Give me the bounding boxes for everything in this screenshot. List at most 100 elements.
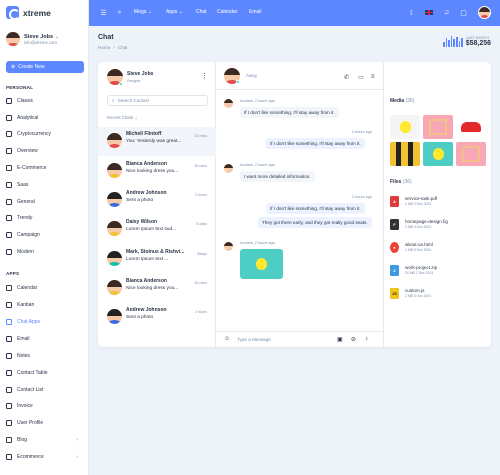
chevron-right-icon: › [76,437,78,443]
chat-card: Steve Jobs Designer ⋮ ⌕ Search Contact R… [98,62,491,347]
files-title: Files (36) [390,179,412,185]
contact-item[interactable]: Andrew Johnson Sent a photo 2 hours [98,186,216,215]
sidebar-item-general[interactable]: General [6,197,84,207]
file-item[interactable]: A service-task.pdf 2 MB 2 Dec 2024 [390,192,485,210]
sidebar-item-user-profile[interactable]: User Profile [6,418,84,428]
trendy-icon [6,215,12,221]
mail-icon [6,336,12,342]
media-thumb[interactable] [390,115,420,139]
media-thumb[interactable] [390,142,420,166]
sidebar-item-kanban[interactable]: Kanban [6,300,84,310]
attach-icon[interactable]: ⊘ [351,336,356,343]
avatar [107,192,122,207]
file-item[interactable]: JS custom.js 2 MB 3 Dec 2024 [390,284,485,302]
mini-bar [455,37,458,47]
sidebar: xtreme Steve Jobs ⌄ info@xtreme.com ⊕ Cr… [0,0,89,475]
emoji-icon[interactable]: ☺ [224,336,230,342]
saas-icon [6,182,12,188]
sidebar-item-invoice[interactable]: Invoice [6,401,84,411]
message-meta: Andrew, 2 hours ago [240,163,275,167]
create-new-button[interactable]: ⊕ Create New [6,61,84,73]
sidebar-item-cryptocurrency[interactable]: Cryptocurrency [6,129,84,139]
pdf-icon: A [390,195,399,207]
search-contact-input[interactable]: ⌕ Search Contact [107,95,208,106]
mini-bar [461,37,463,47]
message-meta: 2 hours ago [352,130,373,134]
sidebar-item-analytical[interactable]: Analytical [6,113,84,123]
contact-item[interactable]: Mark, Stoinus & Rishvi... Lorem Ipsum tex… [98,245,216,274]
moon-icon[interactable]: ☾ [408,8,417,17]
contact-item[interactable]: Andrew Johnson Sent a photo 2 hours [98,303,216,332]
media-thumb[interactable] [423,115,453,139]
sidebar-item-contact-table[interactable]: Contact Table [6,368,84,378]
sidebar-item-saas[interactable]: Saas [6,180,84,190]
sidebar-item-blog[interactable]: Blog › [6,435,84,445]
media-title: Media (36) [390,98,415,104]
mic-icon[interactable]: ♪ [365,336,368,342]
photo-message[interactable] [240,249,283,279]
nav-calendar[interactable]: Calendar [217,9,237,15]
contact-item[interactable]: Michell Flintoff You: Yesterdy was great.… [98,127,216,156]
sidebar-item-classic[interactable]: Classic [6,96,84,106]
sidebar-item-ecommerce-app[interactable]: Ecommerce › [6,452,84,462]
list-icon [6,387,12,393]
breadcrumb: Home › Chat [98,45,128,50]
uk-flag-icon[interactable] [425,10,433,15]
nav-email[interactable]: Email [249,9,262,15]
sidebar-item-trendy[interactable]: Trendy [6,213,84,223]
sidebar-item-contact-list[interactable]: Contact List [6,385,84,395]
menu-icon[interactable]: ☰ [99,8,108,17]
mini-bar [448,40,450,47]
logo[interactable]: xtreme [6,6,51,20]
search-icon[interactable]: ⌕ [115,8,124,17]
sidebar-item-overview[interactable]: Overview [6,146,84,156]
bag-icon [6,454,12,460]
my-profile: Steve Jobs Designer [107,69,153,86]
chat-icon [6,319,12,325]
media-thumb[interactable] [456,115,486,139]
video-icon[interactable]: ▭ [358,74,364,81]
media-panel: Media (36) Files (36) A service-task.pdf… [384,62,491,347]
media-thumb[interactable] [423,142,453,166]
notification-icon[interactable]: ▢ [459,8,468,17]
file-item[interactable]: ● about-us.html 1 MB 5 Dec 2024 [390,238,485,256]
message-input-bar: ☺ Type a Message ▣ ⊘ ♪ [216,331,384,347]
contact-item[interactable]: Bianca Anderson Nice looking dress you...… [98,274,216,303]
file-item[interactable]: F homepage-design.fig 3 MB 3 Dec 2024 [390,215,485,233]
nav-section-personal: PERSONAL [6,85,34,90]
sidebar-item-notes[interactable]: Notes [6,351,84,361]
recent-chats-dropdown[interactable]: Recent Chats ⌄ [107,115,138,121]
calendar-icon [6,285,12,291]
menu-icon[interactable]: ≡ [371,74,375,80]
sidebar-item-chat-apps[interactable]: Chat Apps [6,317,84,327]
contact-item[interactable]: Bianca Anderson Nice looking dress you...… [98,157,216,186]
last-month-value: $58,256 [465,40,492,47]
avatar [6,32,20,46]
nav-mega[interactable]: Mega ⌄ [134,9,152,15]
nav-apps[interactable]: Apps ⌄ [166,9,183,15]
file-item[interactable]: Z work-project.zip 20 MB 7 Dec 2024 [390,261,485,279]
more-vert-icon[interactable]: ⋮ [201,72,208,80]
breadcrumb-home[interactable]: Home [98,45,110,50]
sidebar-profile[interactable]: Steve Jobs ⌄ info@xtreme.com [6,32,59,46]
bell-icon[interactable]: ♫ [442,8,451,17]
profile-name: Steve Jobs ⌄ [24,33,60,40]
sidebar-item-email[interactable]: Email [6,334,84,344]
sidebar-item-modern[interactable]: Modern [6,247,84,257]
contact-panel: Steve Jobs Designer ⋮ ⌕ Search Contact R… [98,62,216,347]
chevron-right-icon: › [76,454,78,460]
message-input[interactable]: Type a Message [237,337,271,342]
nav-chat[interactable]: Chat [196,9,207,15]
message-bubble: If I don't like something, I'll stay awa… [266,203,365,214]
media-thumb[interactable] [456,142,486,166]
sidebar-item-ecommerce[interactable]: E-Commerce [6,163,84,173]
phone-icon[interactable]: ✆ [344,74,349,81]
zip-icon: Z [390,264,399,276]
user-avatar[interactable] [478,6,491,19]
contact-item[interactable]: Daisy Wilson Lorem Ipsum text sud... 5 da… [98,215,216,244]
avatar [224,99,233,108]
image-icon[interactable]: ▣ [337,336,343,343]
sidebar-item-calendar[interactable]: Calendar [6,283,84,293]
breadcrumb-separator: › [113,45,115,50]
sidebar-item-campaign[interactable]: Campaign [6,230,84,240]
